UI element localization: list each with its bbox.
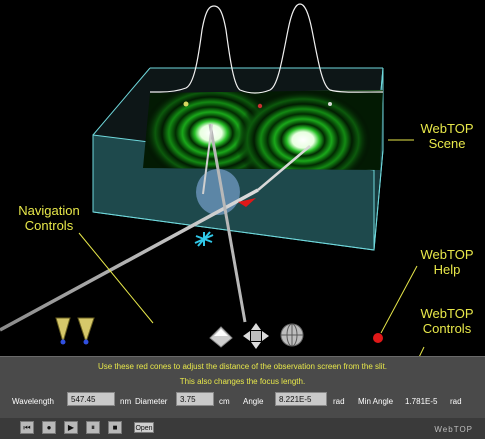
play-icon: ▶ (67, 423, 75, 432)
stop-button[interactable]: ■ (108, 421, 122, 434)
wavelength-unit: nm (120, 397, 132, 406)
callout-help-line1: WebTOP (420, 247, 474, 262)
angle-unit: rad (333, 397, 345, 406)
webtop-brand: WebTOP (434, 425, 473, 434)
diameter-unit: cm (219, 397, 230, 406)
webtop-scene[interactable] (0, 0, 485, 356)
nav-rotate-icon[interactable] (209, 326, 233, 348)
help-text-line1: Use these red cones to adjust the distan… (97, 362, 388, 371)
callout-scene-line2: Scene (428, 136, 466, 151)
callout-controls-line2: Controls (422, 321, 472, 336)
callout-scene-line1: WebTOP (420, 121, 474, 136)
wavelength-field[interactable]: 547.45 (67, 392, 115, 406)
callout-help-line2: Help (433, 262, 461, 277)
skip-back-button[interactable]: ⏮ (20, 421, 34, 434)
callout-navigation: Navigation Controls (6, 203, 92, 233)
callout-controls: WebTOP Controls (411, 306, 483, 336)
navigation-cones[interactable] (55, 317, 95, 345)
pause-button[interactable]: ⏸ (86, 421, 100, 434)
rotation-widget-icon[interactable] (194, 231, 214, 247)
stop-icon: ■ (112, 423, 118, 432)
nav-zoom-icon[interactable] (280, 323, 304, 347)
record-button[interactable]: ● (42, 421, 56, 434)
callout-controls-line1: WebTOP (420, 306, 474, 321)
play-button[interactable]: ▶ (64, 421, 78, 434)
help-text-line2: This also changes the focus length. (179, 377, 306, 386)
callout-scene: WebTOP Scene (411, 121, 483, 151)
min-angle-unit: rad (450, 397, 462, 406)
angle-label: Angle (243, 397, 264, 406)
min-angle-label: Min Angle (358, 397, 394, 406)
record-icon: ● (46, 423, 52, 432)
diameter-label: Diameter (135, 397, 168, 406)
diameter-field[interactable]: 3.75 (176, 392, 214, 406)
callout-help: WebTOP Help (411, 247, 483, 277)
angle-field[interactable]: 8.221E-5 (275, 392, 327, 406)
nav-pan-icon[interactable] (243, 323, 269, 349)
open-button[interactable]: Open (134, 422, 154, 433)
callout-navigation-line1: Navigation (18, 203, 80, 218)
skip-back-icon: ⏮ (23, 423, 31, 432)
wavelength-label: Wavelength (12, 397, 54, 406)
pause-icon: ⏸ (91, 423, 95, 432)
min-angle-value: 1.781E-5 (405, 397, 438, 406)
callout-navigation-line2: Controls (24, 218, 74, 233)
red-indicator-icon[interactable] (373, 333, 383, 343)
